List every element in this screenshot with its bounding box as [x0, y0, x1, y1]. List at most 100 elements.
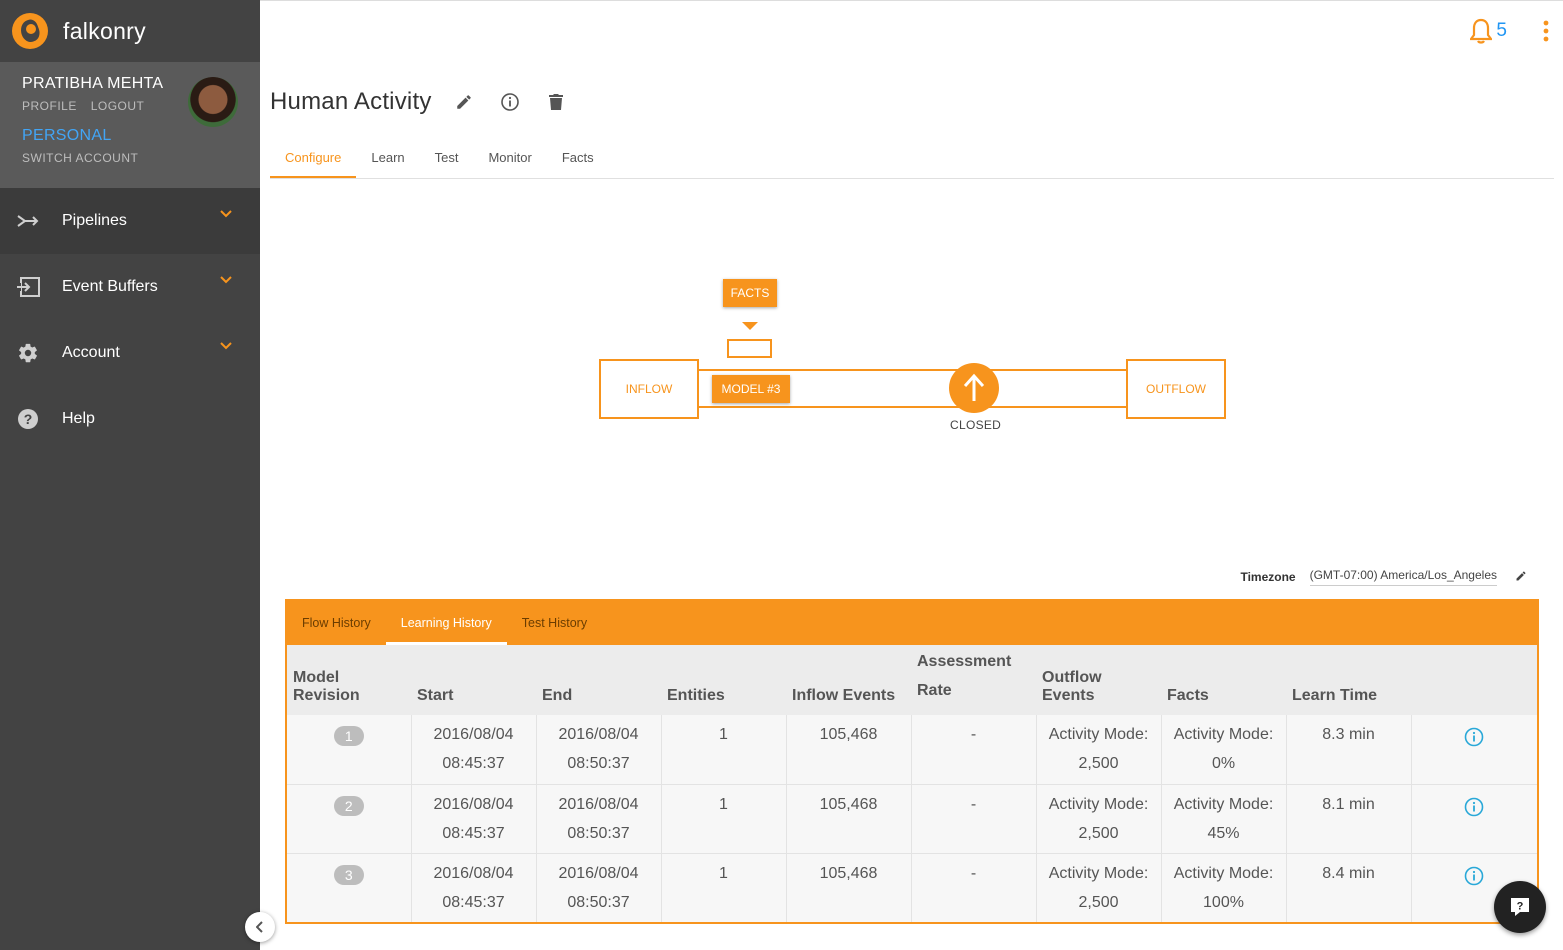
notification-count: 5 [1496, 20, 1507, 41]
table-header-row: Model Revision Start End Entities Inflow… [287, 645, 1537, 715]
chevron-down-icon[interactable] [220, 276, 232, 284]
brand[interactable]: falkonry [0, 0, 260, 62]
end-time: 08:50:37 [567, 824, 630, 842]
timezone-label: Timezone [1240, 570, 1296, 584]
table-row: 1 2016/08/04 08:45:37 2016/08/04 08:50:37 … [287, 715, 1537, 785]
nav-label: Pipelines [62, 212, 127, 229]
chevron-left-icon [256, 921, 263, 933]
column-header[interactable]: Assessment Rate [911, 645, 1036, 715]
facts-cell: Activity Mode: 45% [1161, 784, 1287, 854]
entities-cell: 1 [661, 853, 787, 922]
end-cell: 2016/08/04 08:50:37 [536, 784, 662, 854]
tab-configure[interactable]: Configure [270, 138, 357, 178]
info-icon[interactable] [1464, 797, 1484, 827]
tab-learn[interactable]: Learn [356, 138, 419, 178]
nav-label: Account [62, 344, 120, 361]
entities-cell: 1 [661, 784, 787, 854]
inflow-events-cell: 105,468 [786, 715, 912, 785]
nav-item-account[interactable]: Account [0, 320, 260, 386]
column-header[interactable]: Facts [1161, 645, 1286, 715]
tab-facts[interactable]: Facts [547, 138, 609, 178]
gate-button[interactable] [949, 363, 999, 413]
edit-timezone-button[interactable] [1515, 570, 1527, 585]
switch-account-link[interactable]: SWITCH ACCOUNT [22, 151, 260, 165]
column-header[interactable]: Model Revision [287, 645, 411, 715]
arrow-down-icon [742, 322, 758, 330]
start-date: 2016/08/04 [433, 795, 514, 813]
column-header[interactable]: Inflow Events [786, 645, 911, 715]
facts-input-slot [727, 339, 772, 358]
event-buffer-icon [16, 275, 40, 299]
outflow-node[interactable]: OUTFLOW [1126, 359, 1226, 419]
facts-value: 0% [1211, 755, 1236, 772]
chevron-down-icon[interactable] [220, 210, 232, 218]
account-name[interactable]: PERSONAL [22, 127, 260, 145]
nav-item-help[interactable]: ? Help [0, 386, 260, 452]
avatar[interactable] [188, 77, 238, 127]
column-header[interactable]: End [536, 645, 661, 715]
pencil-icon [456, 95, 471, 109]
revision-badge: 3 [333, 864, 364, 885]
column-header[interactable]: Entities [661, 645, 786, 715]
tab-flow-history[interactable]: Flow History [287, 601, 386, 645]
assessment-rate-cell: - [911, 784, 1037, 854]
trash-icon [548, 94, 563, 110]
notifications[interactable]: 5 [1470, 18, 1507, 44]
help-chat-button[interactable]: ? [1494, 881, 1546, 933]
falkonry-logo-icon [12, 13, 48, 49]
delete-button[interactable] [542, 88, 570, 116]
title-row: Human Activity [270, 88, 570, 116]
column-header[interactable]: Learn Time [1286, 645, 1411, 715]
start-cell: 2016/08/04 08:45:37 [411, 853, 537, 922]
timezone-value: (GMT-07:00) America/Los_Angeles [1309, 568, 1497, 586]
gear-icon [16, 341, 40, 365]
learning-history-table: Model Revision Start End Entities Inflow… [287, 645, 1537, 922]
info-button[interactable] [496, 88, 524, 116]
collapse-sidebar-button[interactable] [245, 912, 275, 942]
tab-test[interactable]: Test [420, 138, 474, 178]
outflow-label: Activity Mode: [1048, 726, 1149, 743]
info-icon[interactable] [1464, 866, 1484, 896]
nav-label: Help [62, 410, 95, 427]
facts-cell: Activity Mode: 100% [1161, 853, 1287, 922]
start-time: 08:45:37 [442, 755, 505, 772]
outflow-label: Activity Mode: [1048, 864, 1149, 882]
outflow-value: 2,500 [1078, 824, 1119, 842]
tab-test-history[interactable]: Test History [507, 601, 602, 645]
column-header[interactable]: Outflow Events [1036, 645, 1161, 715]
svg-text:?: ? [24, 411, 33, 427]
info-icon[interactable] [1464, 727, 1484, 757]
end-date: 2016/08/04 [558, 795, 639, 813]
tab-monitor[interactable]: Monitor [473, 138, 546, 178]
start-time: 08:45:37 [442, 893, 505, 911]
svg-text:?: ? [1517, 901, 1524, 913]
pipeline-icon [16, 209, 40, 233]
inflow-events-cell: 105,468 [786, 784, 912, 854]
model-node[interactable]: MODEL #3 [712, 375, 790, 403]
start-date: 2016/08/04 [433, 726, 514, 743]
help-icon: ? [16, 407, 40, 431]
facts-label: Activity Mode: [1173, 795, 1274, 813]
profile-link[interactable]: PROFILE [22, 99, 77, 113]
logout-link[interactable]: LOGOUT [91, 99, 145, 113]
entities-cell: 1 [661, 715, 787, 785]
outflow-events-cell: Activity Mode: 2,500 [1036, 853, 1162, 922]
start-date: 2016/08/04 [433, 864, 514, 882]
nav-item-pipelines[interactable]: Pipelines [0, 188, 260, 254]
sidebar: falkonry PRATIBHA MEHTA PROFILE LOGOUT P… [0, 0, 260, 950]
page-title: Human Activity [270, 88, 432, 115]
nav-item-event-buffers[interactable]: Event Buffers [0, 254, 260, 320]
more-menu-button[interactable] [1543, 20, 1549, 47]
edit-title-button[interactable] [450, 88, 478, 116]
outflow-label: Activity Mode: [1048, 795, 1149, 813]
outflow-value: 2,500 [1078, 755, 1119, 772]
info-icon [500, 93, 519, 111]
column-header[interactable]: Start [411, 645, 536, 715]
facts-node[interactable]: FACTS [723, 279, 777, 307]
inflow-node[interactable]: INFLOW [599, 359, 699, 419]
tab-learning-history[interactable]: Learning History [385, 601, 507, 645]
pencil-icon [1516, 570, 1526, 580]
kebab-icon [1543, 20, 1549, 42]
learn-time-cell: 8.4 min [1286, 853, 1412, 922]
chevron-down-icon[interactable] [220, 342, 232, 350]
